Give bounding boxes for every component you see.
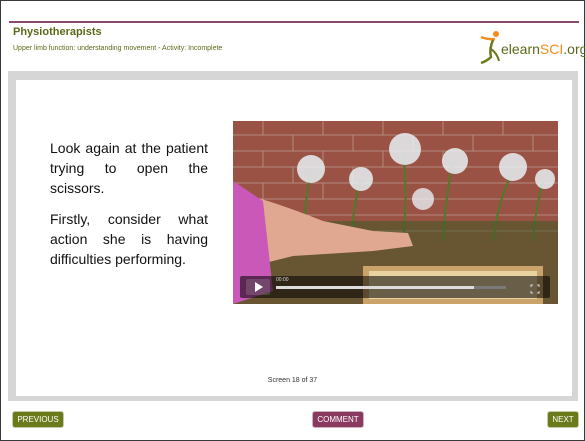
screen-counter: Screen 18 of 37 (267, 377, 318, 384)
play-button[interactable] (246, 279, 270, 295)
video-progress-bar[interactable] (276, 286, 506, 289)
header: Physiotherapists Upper limb function: un… (1, 1, 585, 69)
module-status: Upper limb function: understanding movem… (13, 45, 223, 52)
running-figure-logo-icon (480, 31, 500, 65)
video-progress-fill (276, 286, 474, 289)
fullscreen-icon (530, 284, 540, 294)
header-divider (9, 21, 579, 23)
next-button[interactable]: NEXT (547, 411, 579, 428)
elearnsci-logo: elearnSCI.org (475, 29, 585, 65)
course-title: Physiotherapists (13, 26, 102, 38)
logo-wordmark: elearnSCI.org (501, 41, 585, 57)
instruction-paragraph: Firstly, consider what action she is hav… (50, 211, 208, 267)
video-time: 00:00 (276, 277, 289, 283)
instruction-paragraph: Look again at the patient trying to open… (50, 140, 208, 196)
comment-button[interactable]: COMMENT (312, 411, 364, 428)
previous-button[interactable]: PREVIOUS (12, 411, 64, 428)
play-icon (255, 282, 263, 292)
instruction-text: Look again at the patient trying to open… (50, 138, 208, 280)
video-controls: 00:00 (240, 276, 550, 298)
fullscreen-button[interactable] (530, 281, 540, 294)
